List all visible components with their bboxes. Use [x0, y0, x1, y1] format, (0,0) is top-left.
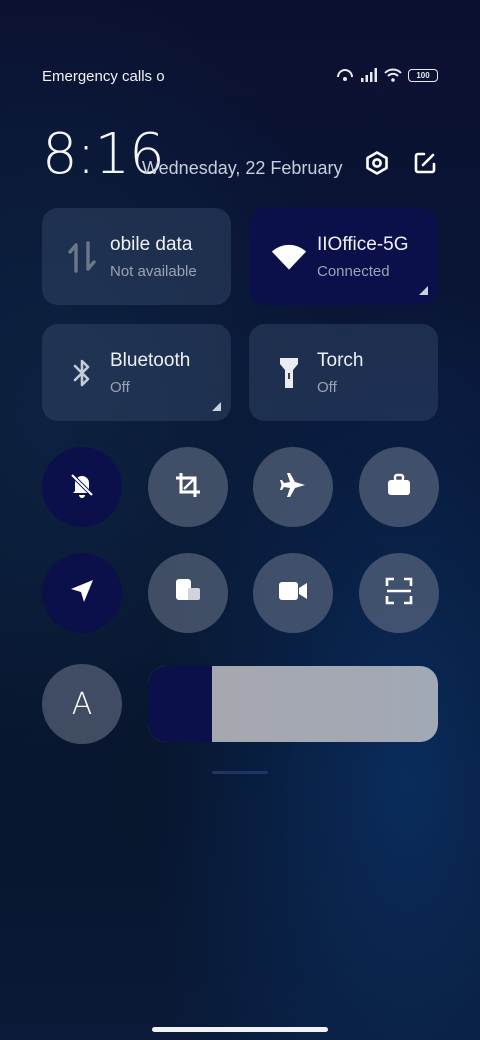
wifi-tile[interactable]: IIOffice-5G Connected — [249, 208, 438, 305]
mobile-data-status: Not available — [110, 263, 197, 280]
expand-corner-icon — [419, 286, 428, 295]
wifi-status: Connected — [317, 263, 390, 280]
header-actions — [364, 150, 438, 176]
settings-icon[interactable] — [364, 150, 390, 176]
crop-icon — [174, 471, 202, 504]
bell-off-icon — [68, 471, 96, 504]
status-icons: 100 — [336, 68, 438, 82]
bluetooth-title: Bluetooth — [110, 350, 191, 371]
date: Wednesday, 22 February — [142, 158, 343, 178]
torch-icon — [271, 356, 307, 390]
floating-window-toggle[interactable] — [148, 553, 228, 633]
wifi-title: IIOffice-5G — [317, 234, 409, 255]
wifi-icon — [271, 240, 307, 274]
status-bar: Emergency calls o 100 — [42, 66, 438, 88]
carrier-text: Emergency calls o — [42, 68, 165, 85]
mobile-data-title: obile data — [110, 234, 193, 255]
location-arrow-icon — [68, 577, 96, 610]
bluetooth-status: Off — [110, 379, 130, 396]
airplane-icon — [279, 471, 307, 504]
crop-toggle[interactable] — [148, 447, 228, 527]
scanner-toggle[interactable] — [359, 553, 439, 633]
bluetooth-icon — [64, 356, 100, 390]
screen-recorder-toggle[interactable] — [253, 553, 333, 633]
expand-corner-icon — [212, 402, 221, 411]
scan-icon — [385, 577, 413, 610]
brightness-slider[interactable] — [148, 666, 438, 742]
clock-row: 8:16 Wednesday, 22 February — [42, 122, 438, 187]
silent-toggle[interactable] — [42, 447, 122, 527]
auto-brightness-button[interactable]: A — [42, 664, 122, 744]
airplane-toggle[interactable] — [253, 447, 333, 527]
video-camera-icon — [278, 580, 308, 607]
torch-title: Torch — [317, 350, 364, 371]
location-toggle[interactable] — [42, 553, 122, 633]
bluetooth-tile[interactable]: Bluetooth Off — [42, 324, 231, 421]
home-indicator[interactable] — [152, 1027, 328, 1032]
edit-icon[interactable] — [412, 150, 438, 176]
signal-icon — [360, 68, 378, 82]
floating-window-icon — [173, 576, 203, 611]
hotspot-icon — [336, 68, 354, 82]
wifi-icon — [384, 68, 402, 82]
auto-brightness-icon: A — [71, 686, 93, 722]
work-toggle[interactable] — [359, 447, 439, 527]
torch-status: Off — [317, 379, 337, 396]
briefcase-icon — [385, 471, 413, 504]
mobile-data-icon — [64, 240, 100, 274]
drag-handle[interactable] — [212, 771, 268, 774]
torch-tile[interactable]: Torch Off — [249, 324, 438, 421]
brightness-level — [148, 666, 212, 742]
mobile-data-tile[interactable]: obile data Not available — [42, 208, 231, 305]
battery-icon: 100 — [408, 68, 438, 82]
